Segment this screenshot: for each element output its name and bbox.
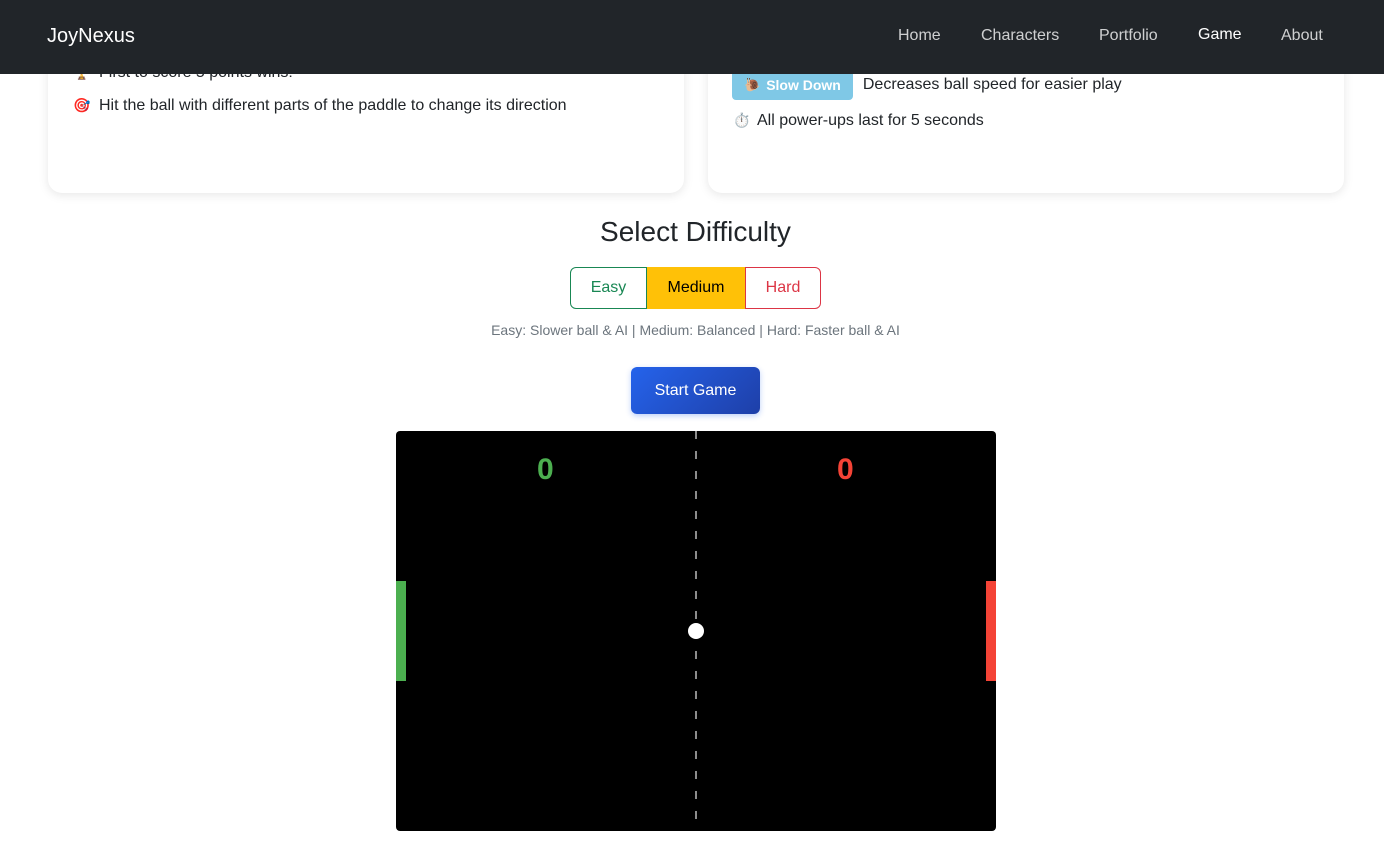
difficulty-button-group: Easy Medium Hard [570, 267, 821, 309]
snail-icon: 🐌 [744, 77, 761, 92]
navbar: JoyNexus Home Characters Portfolio Game … [0, 0, 1384, 74]
powerup-description: Decreases ball speed for easier play [862, 76, 1122, 93]
nav-characters[interactable]: Characters [981, 27, 1059, 45]
nav-portfolio[interactable]: Portfolio [1099, 27, 1158, 45]
slow-down-badge: 🐌 Slow Down [732, 70, 853, 100]
target-icon: 🎯 [73, 97, 91, 113]
badge-label: Slow Down [766, 77, 841, 93]
pong-game-canvas[interactable]: 0 0 [396, 431, 996, 831]
ball [688, 623, 704, 639]
player-score: 0 [537, 453, 554, 486]
difficulty-title: Select Difficulty [600, 216, 791, 247]
nav-about[interactable]: About [1281, 27, 1323, 45]
easy-button[interactable]: Easy [570, 267, 647, 309]
medium-button[interactable]: Medium [647, 267, 745, 309]
powerup-duration-note: ⏱️ All power-ups last for 5 seconds [733, 112, 984, 130]
ai-score: 0 [837, 453, 854, 486]
start-game-button[interactable]: Start Game [631, 367, 760, 414]
player-paddle[interactable] [396, 581, 406, 681]
difficulty-hint: Easy: Slower ball & AI | Medium: Balance… [491, 322, 900, 338]
hard-button[interactable]: Hard [745, 267, 821, 309]
timer-icon: ⏱️ [733, 112, 751, 128]
rule-text: Hit the ball with different parts of the… [99, 97, 567, 114]
powerup-note-text: All power-ups last for 5 seconds [757, 112, 984, 129]
ai-paddle [986, 581, 996, 681]
nav-home[interactable]: Home [898, 27, 941, 45]
powerup-slow-down: 🐌 Slow Down Decreases ball speed for eas… [732, 70, 1122, 100]
nav-game[interactable]: Game [1198, 26, 1242, 44]
brand-logo[interactable]: JoyNexus [47, 25, 135, 48]
rule-item: 🎯 Hit the ball with different parts of th… [73, 97, 567, 115]
